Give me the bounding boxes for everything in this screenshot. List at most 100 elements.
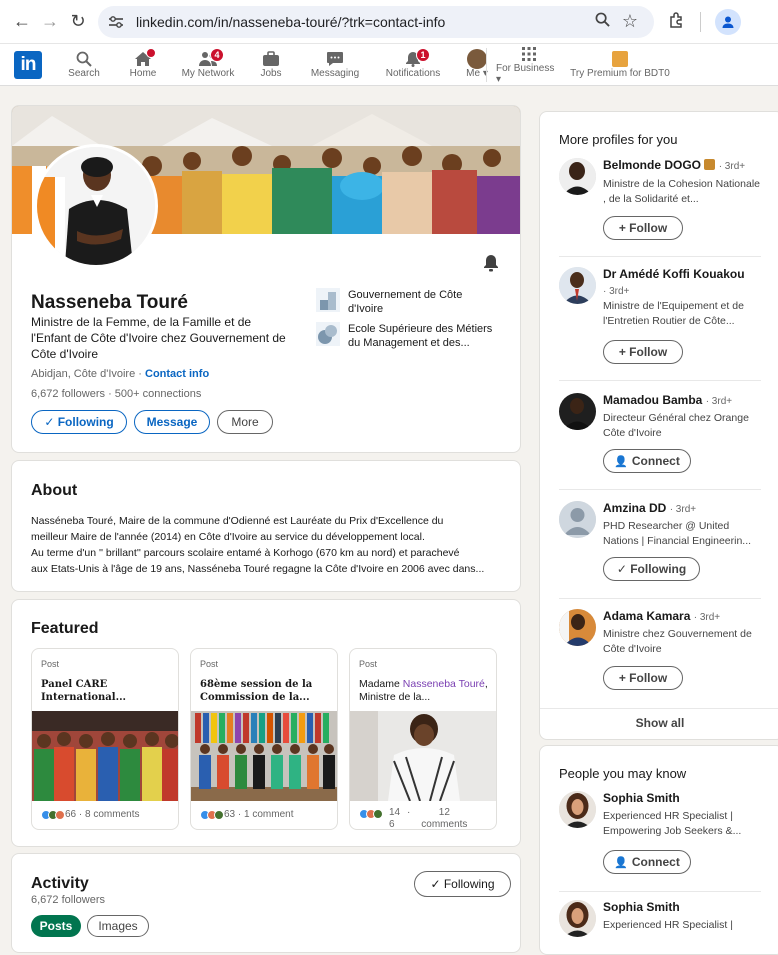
- follow-button[interactable]: + Follow: [603, 666, 683, 690]
- nav-home[interactable]: Home: [116, 44, 170, 86]
- profile-photo[interactable]: [34, 144, 158, 268]
- avatar[interactable]: [559, 158, 596, 195]
- profile-card: Nasseneba Touré Ministre de la Femme, de…: [11, 105, 521, 453]
- person-name[interactable]: Dr Amédé Koffi Kouakou: [603, 267, 745, 281]
- divider: [559, 598, 761, 599]
- avatar[interactable]: [559, 501, 596, 538]
- featured-image: [32, 711, 178, 801]
- profile-suggestion[interactable]: Belmonde DOGO · 3rd+ Ministre de la Cohe…: [559, 158, 760, 248]
- followers-count[interactable]: 6,672 followers: [31, 388, 105, 400]
- person-headline: Experienced HR Specialist |: [603, 919, 733, 931]
- connect-button[interactable]: 👤 Connect: [603, 449, 691, 473]
- browser-toolbar: ← → ↻ linkedin.com/in/nasseneba-touré/?t…: [0, 0, 778, 44]
- nav-label: For Business ▾: [496, 62, 555, 85]
- add-person-icon: 👤: [614, 856, 628, 869]
- nav-notifications[interactable]: 1 Notifications: [374, 44, 452, 86]
- premium-icon: [610, 50, 630, 68]
- profile-suggestion[interactable]: Amzina DD · 3rd+ PHD Researcher @ United…: [559, 501, 759, 591]
- message-button[interactable]: Message: [134, 410, 210, 434]
- activity-followers: 6,672 followers: [31, 894, 105, 906]
- contact-info-link[interactable]: Contact info: [145, 368, 209, 380]
- avatar[interactable]: [559, 609, 596, 646]
- grid-icon: [519, 45, 539, 63]
- person-name[interactable]: Adama Kamara · 3rd+: [603, 609, 720, 623]
- search-icon: [74, 50, 94, 68]
- about-text: Nasséneba Touré, Maire de la commune d'O…: [31, 513, 503, 577]
- person-name[interactable]: Amzina DD · 3rd+: [603, 501, 696, 515]
- org-name: Gouvernement de Côte d'Ivoire: [348, 289, 463, 315]
- back-icon[interactable]: ←: [8, 8, 36, 36]
- avatar[interactable]: [559, 267, 596, 304]
- premium-badge-icon: [704, 159, 716, 170]
- bookmark-star-icon[interactable]: ☆: [616, 11, 644, 32]
- person-name[interactable]: Mamadou Bamba · 3rd+: [603, 393, 732, 407]
- nav-me[interactable]: Me ▾: [452, 44, 502, 86]
- following-button[interactable]: ✓ Following: [31, 410, 127, 434]
- person-name[interactable]: Sophia Smith: [603, 900, 680, 914]
- more-button[interactable]: More: [217, 410, 273, 434]
- browser-profile-icon[interactable]: [715, 8, 741, 35]
- avatar[interactable]: [559, 791, 596, 828]
- reaction-counts: 63 · 1 comment: [224, 809, 294, 820]
- nav-messaging[interactable]: Messaging: [296, 44, 374, 86]
- featured-reactions[interactable]: 14 6 · 12 comments: [359, 807, 472, 829]
- featured-item[interactable]: Post Panel CARE International... 66 · 8 …: [31, 648, 179, 830]
- address-bar[interactable]: linkedin.com/in/nasseneba-touré/?trk=con…: [98, 5, 654, 38]
- avatar[interactable]: [559, 393, 596, 430]
- network-badge: 4: [210, 47, 224, 62]
- about-line: Au terme d'un '' brillant'' parcours sco…: [31, 547, 460, 559]
- profile-suggestion[interactable]: Mamadou Bamba · 3rd+ Directeur Général c…: [559, 393, 759, 483]
- featured-reactions[interactable]: 66 · 8 comments: [41, 809, 139, 820]
- follow-button[interactable]: + Follow: [603, 216, 683, 240]
- person-name[interactable]: Belmonde DOGO · 3rd+: [603, 158, 745, 172]
- activity-card: Activity 6,672 followers ✓ Following Pos…: [11, 853, 521, 953]
- person-name[interactable]: Sophia Smith: [603, 791, 680, 805]
- nav-search[interactable]: Search: [52, 44, 116, 86]
- org-gouvernement[interactable]: Gouvernement de Côte d'Ivoire: [316, 288, 478, 316]
- org-ecole[interactable]: Ecole Supérieure des Métiers du Manageme…: [316, 322, 498, 350]
- zoom-icon[interactable]: [588, 12, 616, 31]
- pymk-title: People you may know: [559, 766, 687, 781]
- show-all-button[interactable]: Show all: [540, 716, 778, 730]
- nav-try-premium[interactable]: Try Premium for BDT0: [570, 44, 670, 86]
- featured-item[interactable]: Post Madame Nasseneba Touré, Ministre de…: [349, 648, 497, 830]
- connect-button[interactable]: 👤 Connect: [603, 850, 691, 874]
- divider: [540, 708, 778, 709]
- url-text[interactable]: linkedin.com/in/nasseneba-touré/?trk=con…: [136, 14, 588, 30]
- avatar[interactable]: [559, 900, 596, 937]
- linkedin-logo[interactable]: in: [14, 50, 42, 79]
- tab-posts[interactable]: Posts: [31, 915, 81, 937]
- connections-count[interactable]: · 500+ connections: [108, 388, 201, 400]
- school-logo-icon: [316, 322, 340, 346]
- reload-icon[interactable]: ↻: [64, 8, 92, 36]
- divider: [559, 489, 761, 490]
- extensions-icon[interactable]: [668, 11, 686, 32]
- nav-for-business[interactable]: For Business ▾: [496, 44, 562, 86]
- profile-suggestion[interactable]: Adama Kamara · 3rd+ Ministre chez Gouver…: [559, 609, 759, 699]
- featured-item[interactable]: Post 68ème session de la Commission de l…: [190, 648, 338, 830]
- nav-label: Try Premium for BDT0: [570, 68, 670, 79]
- more-profiles-title: More profiles for you: [559, 132, 678, 147]
- nav-label: Messaging: [310, 68, 360, 79]
- add-person-icon: 👤: [614, 455, 628, 468]
- forward-icon[interactable]: →: [36, 8, 64, 36]
- pymk-suggestion[interactable]: Sophia Smith Experienced HR Specialist |: [559, 900, 759, 950]
- site-settings-icon[interactable]: [108, 13, 126, 31]
- following-button[interactable]: ✓ Following: [603, 557, 700, 581]
- featured-reactions[interactable]: 63 · 1 comment: [200, 809, 293, 820]
- tab-images[interactable]: Images: [87, 915, 149, 937]
- follow-button[interactable]: + Follow: [603, 340, 683, 364]
- activity-following-button[interactable]: ✓ Following: [414, 871, 511, 897]
- nav-label: Me ▾: [466, 68, 488, 79]
- notification-bell-icon[interactable]: [483, 254, 499, 275]
- more-profiles-card: More profiles for you Belmonde DOGO · 3r…: [539, 111, 778, 740]
- featured-title-text: Madame Nasseneba Touré, Ministre de la..…: [359, 678, 489, 704]
- nav-my-network[interactable]: 4 My Network: [170, 44, 246, 86]
- pymk-suggestion[interactable]: Sophia Smith Experienced HR Specialist |…: [559, 791, 759, 881]
- divider: [559, 891, 761, 892]
- nav-jobs[interactable]: Jobs: [246, 44, 296, 86]
- about-card: About Nasséneba Touré, Maire de la commu…: [11, 460, 521, 592]
- featured-card: Featured Post Panel CARE International..…: [11, 599, 521, 847]
- profile-suggestion[interactable]: Dr Amédé Koffi Kouakou · 3rd+ Ministre de…: [559, 267, 759, 367]
- mention-link[interactable]: Nasseneba Touré: [403, 678, 485, 690]
